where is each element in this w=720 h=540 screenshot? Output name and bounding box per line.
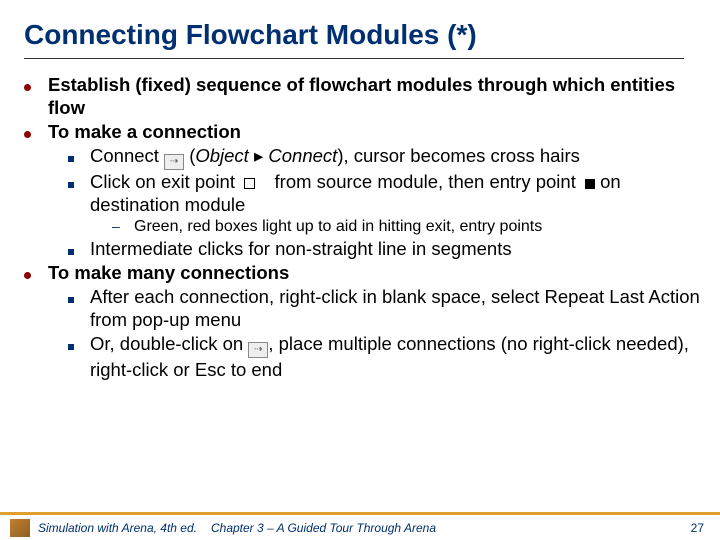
bullet-square-icon bbox=[68, 156, 74, 162]
bullet-text: After each connection, right-click in bl… bbox=[90, 285, 702, 332]
bullet-dot-icon bbox=[24, 131, 31, 138]
title-rule bbox=[24, 58, 684, 59]
bullet-text: Establish (fixed) sequence of flowchart … bbox=[48, 73, 702, 120]
bullet-square-icon bbox=[68, 182, 74, 188]
page-number: 27 bbox=[691, 521, 704, 535]
text-frag: Click on exit point bbox=[90, 171, 235, 192]
bullet-l2-connect: Connect ⇢ (Object ▸ Connect), cursor bec… bbox=[68, 144, 702, 170]
footer: Simulation with Arena, 4th ed. Chapter 3… bbox=[0, 512, 720, 540]
book-logo-icon bbox=[10, 519, 30, 537]
text-frag: Connect bbox=[90, 145, 164, 166]
bullet-text: Intermediate clicks for non-straight lin… bbox=[90, 237, 702, 261]
connect-button-icon: ⇢ bbox=[248, 342, 268, 358]
bullet-square-icon bbox=[68, 344, 74, 350]
footer-left: Simulation with Arena, 4th ed. bbox=[38, 521, 197, 535]
bullet-l2-click-exit: Click on exit point from source module, … bbox=[68, 170, 702, 217]
bullet-square-icon bbox=[68, 297, 74, 303]
slide-title: Connecting Flowchart Modules (*) bbox=[24, 18, 702, 52]
bullet-text: Connect ⇢ (Object ▸ Connect), cursor bec… bbox=[90, 144, 702, 170]
bullet-dot-icon bbox=[24, 272, 31, 279]
bullet-l1-3: To make many connections bbox=[24, 261, 702, 285]
text-frag: from source module, then entry point bbox=[275, 171, 576, 192]
footer-mid: Chapter 3 – A Guided Tour Through Arena bbox=[211, 521, 691, 535]
entry-point-icon bbox=[585, 179, 595, 189]
text-frag: ), cursor becomes cross hairs bbox=[337, 145, 580, 166]
bullet-l2-doubleclick: Or, double-click on ⇢, place multiple co… bbox=[68, 332, 702, 382]
content-area: Establish (fixed) sequence of flowchart … bbox=[24, 73, 702, 382]
bullet-text: To make a connection bbox=[48, 120, 702, 144]
connect-button-icon: ⇢ bbox=[164, 154, 184, 170]
bullet-text: Click on exit point from source module, … bbox=[90, 170, 702, 217]
bullet-l3-greenred: – Green, red boxes light up to aid in hi… bbox=[112, 217, 702, 237]
menu-path-connect: Connect bbox=[263, 145, 337, 166]
bullet-l1-1: Establish (fixed) sequence of flowchart … bbox=[24, 73, 702, 120]
bullet-l2-repeat: After each connection, right-click in bl… bbox=[68, 285, 702, 332]
menu-arrow-icon: ▸ bbox=[254, 145, 263, 166]
menu-path-object: Object bbox=[195, 145, 248, 166]
slide: Connecting Flowchart Modules (*) Establi… bbox=[0, 0, 720, 540]
bullet-l1-2: To make a connection bbox=[24, 120, 702, 144]
bullet-text: Green, red boxes light up to aid in hitt… bbox=[134, 217, 702, 237]
bullet-text: Or, double-click on ⇢, place multiple co… bbox=[90, 332, 702, 382]
bullet-square-icon bbox=[68, 249, 74, 255]
exit-point-icon bbox=[244, 178, 255, 189]
bullet-text: To make many connections bbox=[48, 261, 702, 285]
bullet-l2-intermediate: Intermediate clicks for non-straight lin… bbox=[68, 237, 702, 261]
bullet-dash-icon: – bbox=[112, 218, 120, 234]
text-frag: Or, double-click on bbox=[90, 333, 248, 354]
bullet-dot-icon bbox=[24, 84, 31, 91]
